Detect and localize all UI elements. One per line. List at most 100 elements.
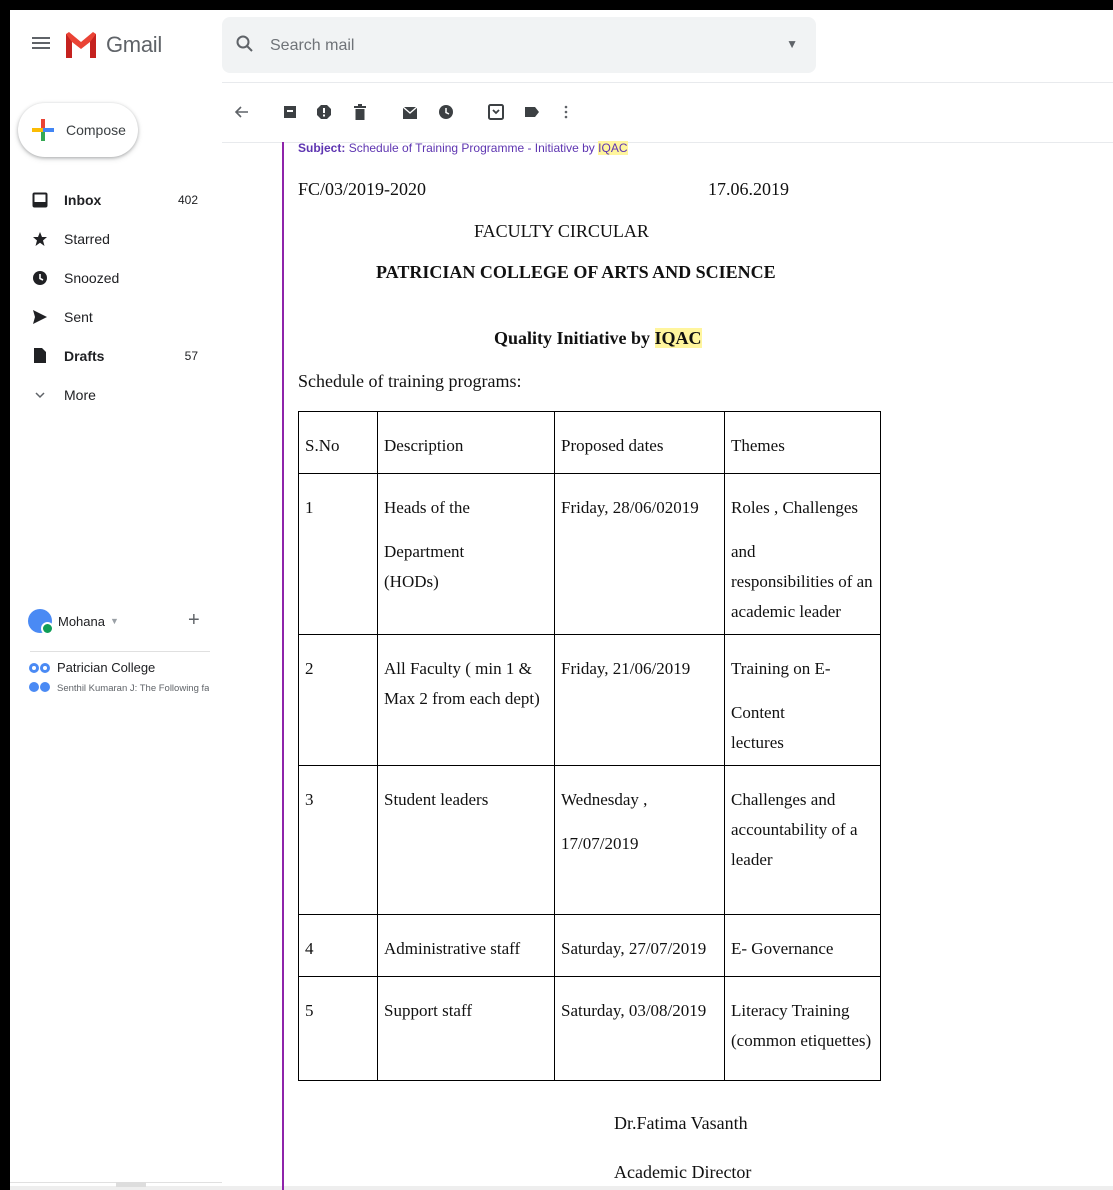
hangouts-conversation[interactable]: Patrician College Senthil Kumaran J: The…	[28, 660, 218, 700]
delete-icon[interactable]	[348, 100, 372, 124]
table-row: 2 All Faculty ( min 1 & Max 2 from each d…	[298, 634, 881, 766]
circular-date: 17.06.2019	[708, 179, 789, 199]
header-cell: Proposed dates	[554, 411, 725, 474]
window-frame-left	[0, 0, 10, 1190]
compose-button[interactable]: Compose	[18, 103, 138, 157]
gmail-logo[interactable]: Gmail	[64, 28, 162, 62]
snooze-icon[interactable]	[434, 100, 458, 124]
subject-label: Subject:	[298, 141, 346, 155]
training-schedule-table: S.No Description Proposed dates Themes 1…	[298, 411, 881, 1081]
group-avatar-icon	[29, 663, 50, 692]
gmail-m-icon	[66, 32, 96, 58]
compose-label: Compose	[66, 122, 126, 138]
window-frame-bottom	[10, 1186, 1113, 1190]
search-input[interactable]	[268, 31, 772, 61]
circular-ref-number: FC/03/2019-2020	[298, 179, 427, 199]
back-arrow-icon[interactable]	[230, 100, 254, 124]
theme-cell: Roles , Challenges and responsibilities o…	[724, 473, 881, 635]
send-icon	[30, 307, 50, 327]
description-cell: Student leaders	[377, 765, 555, 915]
table-row: 3 Student leaders Wednesday , 17/07/2019…	[298, 765, 881, 915]
sidebar-item-sent[interactable]: Sent	[0, 297, 222, 336]
date-cell: Wednesday , 17/07/2019	[554, 765, 725, 915]
table-row: 1 Heads of the Department (HODs) Friday, …	[298, 473, 881, 635]
app-name: Gmail	[106, 32, 162, 57]
inbox-count: 402	[177, 192, 198, 207]
hangouts-divider	[30, 651, 210, 652]
theme-cell: Challenges and accountability of a leader	[724, 765, 881, 915]
description-cell: Heads of the Department (HODs)	[377, 473, 555, 635]
sno-cell: 4	[298, 914, 378, 977]
quality-prefix: Quality Initiative by	[494, 328, 651, 348]
sidebar-item-label: Starred	[64, 230, 110, 247]
sidebar-item-snoozed[interactable]: Snoozed	[0, 258, 222, 297]
sno-cell: 1	[298, 473, 378, 635]
avatar	[28, 609, 54, 635]
compose-plus-icon	[32, 119, 54, 141]
quality-highlight: IQAC	[654, 328, 702, 348]
table-row: 4 Administrative staff Saturday, 27/07/2…	[298, 914, 881, 977]
chat-snippet: Senthil Kumaran J: The Following faculty	[57, 683, 209, 694]
description-cell: Support staff	[377, 976, 555, 1081]
search-icon[interactable]	[235, 34, 255, 54]
sidebar-item-starred[interactable]: Starred	[0, 219, 222, 258]
description-cell: Administrative staff	[377, 914, 555, 977]
add-chat-icon[interactable]: +	[188, 610, 200, 630]
move-to-icon[interactable]	[484, 100, 508, 124]
schedule-intro: Schedule of training programs:	[298, 371, 522, 391]
sidebar-item-label: Drafts	[64, 347, 105, 364]
signer-title: Academic Director	[614, 1162, 752, 1182]
hangouts-user-name: Mohana	[58, 613, 105, 629]
chat-title: Patrician College	[57, 660, 156, 675]
theme-cell: Training on E-Content lectures	[724, 634, 881, 766]
more-icon[interactable]	[554, 100, 578, 124]
message-toolbar	[226, 98, 586, 126]
drafts-count: 57	[184, 348, 198, 363]
sno-cell: 3	[298, 765, 378, 915]
table-header-row: S.No Description Proposed dates Themes	[298, 411, 881, 474]
draft-icon	[30, 346, 50, 366]
sidebar-item-more[interactable]: More	[0, 375, 222, 414]
header-cell: Description	[377, 411, 555, 474]
description-cell: All Faculty ( min 1 & Max 2 from each dep…	[377, 634, 555, 766]
user-caret-icon: ▼	[109, 616, 119, 626]
clock-icon	[30, 268, 50, 288]
sidebar-item-label: Inbox	[64, 191, 102, 208]
sidebar-item-label: Snoozed	[64, 269, 120, 286]
inbox-icon	[30, 190, 50, 210]
sidebar-item-label: More	[64, 386, 96, 403]
subject-text: Schedule of Training Programme - Initiat…	[348, 141, 595, 155]
header-cell: S.No	[298, 411, 378, 474]
date-cell: Saturday, 03/08/2019	[554, 976, 725, 1081]
theme-cell: E- Governance	[724, 914, 881, 977]
search-bar[interactable]: ▼	[222, 17, 816, 73]
quote-bar	[282, 142, 284, 1190]
header-divider	[222, 82, 1113, 83]
date-cell: Saturday, 27/07/2019	[554, 914, 725, 977]
sidebar-item-label: Sent	[64, 308, 93, 325]
report-spam-icon[interactable]	[312, 100, 336, 124]
window-frame-top	[0, 0, 1113, 10]
sno-cell: 2	[298, 634, 378, 766]
theme-cell: Literacy Training (common etiquettes)	[724, 976, 881, 1081]
subject-highlight: IQAC	[598, 141, 628, 155]
mark-unread-icon[interactable]	[398, 100, 422, 124]
search-options-icon[interactable]: ▼	[786, 37, 798, 51]
sidebar-item-drafts[interactable]: Drafts 57	[0, 336, 222, 375]
archive-icon[interactable]	[278, 100, 302, 124]
signer-name: Dr.Fatima Vasanth	[614, 1113, 748, 1133]
label-icon[interactable]	[520, 100, 544, 124]
sidebar-item-inbox[interactable]: Inbox 402	[0, 180, 222, 219]
quality-heading: Quality Initiative by IQAC	[494, 328, 702, 349]
star-icon	[30, 229, 50, 249]
sidebar-bottom-tab[interactable]	[116, 1182, 146, 1187]
chevron-down-icon	[30, 385, 50, 405]
college-name: PATRICIAN COLLEGE OF ARTS AND SCIENCE	[376, 262, 776, 282]
date-cell: Friday, 28/06/02019	[554, 473, 725, 635]
sidebar-nav: Inbox 402 Starred Snoozed Sent Drafts 57…	[0, 180, 222, 414]
header-cell: Themes	[724, 411, 881, 474]
table-row: 5 Support staff Saturday, 03/08/2019 Lit…	[298, 976, 881, 1081]
circular-title: FACULTY CIRCULAR	[474, 221, 649, 241]
main-menu-icon[interactable]	[32, 34, 50, 54]
email-subject: Subject: Schedule of Training Programme …	[298, 141, 628, 155]
